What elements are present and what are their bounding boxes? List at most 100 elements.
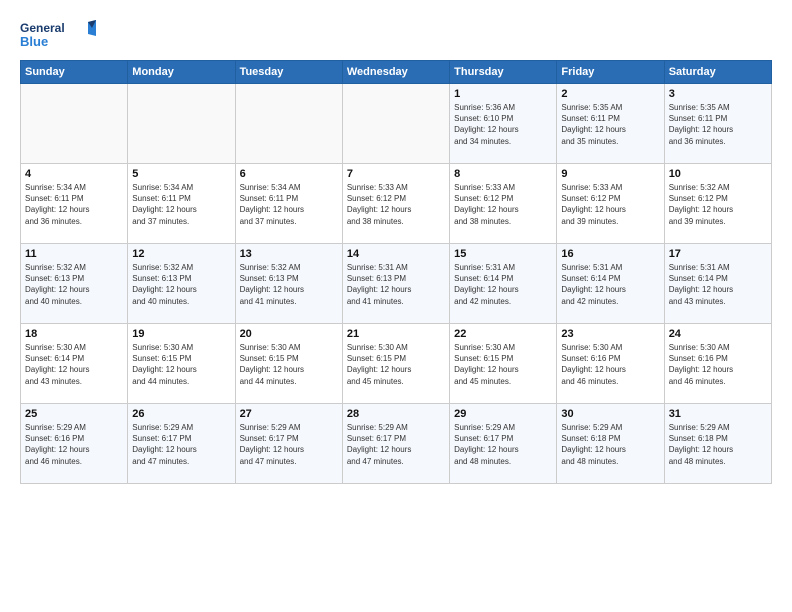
day-info: Sunrise: 5:30 AM Sunset: 6:15 PM Dayligh… <box>347 342 445 387</box>
day-info: Sunrise: 5:29 AM Sunset: 6:18 PM Dayligh… <box>669 422 767 467</box>
day-number: 16 <box>561 248 659 260</box>
calendar-cell: 9 Sunrise: 5:33 AM Sunset: 6:12 PM Daylig… <box>557 164 664 244</box>
day-number: 9 <box>561 168 659 180</box>
day-info: Sunrise: 5:32 AM Sunset: 6:13 PM Dayligh… <box>132 262 230 307</box>
calendar-cell: 22 Sunrise: 5:30 AM Sunset: 6:15 PM Dayli… <box>450 324 557 404</box>
day-number: 7 <box>347 168 445 180</box>
day-number: 2 <box>561 88 659 100</box>
header: General Blue <box>20 18 772 50</box>
day-number: 23 <box>561 328 659 340</box>
calendar-cell: 13 Sunrise: 5:32 AM Sunset: 6:13 PM Dayli… <box>235 244 342 324</box>
calendar-table: SundayMondayTuesdayWednesdayThursdayFrid… <box>20 60 772 484</box>
day-number: 3 <box>669 88 767 100</box>
calendar-cell: 23 Sunrise: 5:30 AM Sunset: 6:16 PM Dayli… <box>557 324 664 404</box>
calendar-cell: 3 Sunrise: 5:35 AM Sunset: 6:11 PM Daylig… <box>664 84 771 164</box>
calendar-cell: 25Sunrise: 5:29 AM Sunset: 6:16 PM Dayli… <box>21 404 128 484</box>
day-number: 15 <box>454 248 552 260</box>
logo-svg: General Blue <box>20 18 100 50</box>
calendar-cell: 19Sunrise: 5:30 AM Sunset: 6:15 PM Dayli… <box>128 324 235 404</box>
day-info: Sunrise: 5:32 AM Sunset: 6:12 PM Dayligh… <box>669 182 767 227</box>
calendar-cell: 24Sunrise: 5:30 AM Sunset: 6:16 PM Dayli… <box>664 324 771 404</box>
day-info: Sunrise: 5:29 AM Sunset: 6:17 PM Dayligh… <box>240 422 338 467</box>
week-row-1: 1Sunrise: 5:36 AM Sunset: 6:10 PM Daylig… <box>21 84 772 164</box>
day-number: 31 <box>669 408 767 420</box>
calendar-cell: 28Sunrise: 5:29 AM Sunset: 6:17 PM Dayli… <box>342 404 449 484</box>
logo: General Blue <box>20 18 100 50</box>
day-info: Sunrise: 5:29 AM Sunset: 6:17 PM Dayligh… <box>132 422 230 467</box>
day-info: Sunrise: 5:30 AM Sunset: 6:15 PM Dayligh… <box>454 342 552 387</box>
calendar-cell: 14Sunrise: 5:31 AM Sunset: 6:13 PM Dayli… <box>342 244 449 324</box>
calendar-cell: 2 Sunrise: 5:35 AM Sunset: 6:11 PM Daylig… <box>557 84 664 164</box>
day-number: 8 <box>454 168 552 180</box>
day-info: Sunrise: 5:29 AM Sunset: 6:17 PM Dayligh… <box>454 422 552 467</box>
day-info: Sunrise: 5:30 AM Sunset: 6:15 PM Dayligh… <box>132 342 230 387</box>
calendar-cell: 8 Sunrise: 5:33 AM Sunset: 6:12 PM Daylig… <box>450 164 557 244</box>
day-number: 18 <box>25 328 123 340</box>
weekday-sunday: Sunday <box>21 61 128 84</box>
day-number: 13 <box>240 248 338 260</box>
weekday-header-row: SundayMondayTuesdayWednesdayThursdayFrid… <box>21 61 772 84</box>
weekday-saturday: Saturday <box>664 61 771 84</box>
day-number: 4 <box>25 168 123 180</box>
day-info: Sunrise: 5:34 AM Sunset: 6:11 PM Dayligh… <box>132 182 230 227</box>
calendar-cell <box>128 84 235 164</box>
calendar-cell: 26 Sunrise: 5:29 AM Sunset: 6:17 PM Dayli… <box>128 404 235 484</box>
day-number: 21 <box>347 328 445 340</box>
weekday-monday: Monday <box>128 61 235 84</box>
day-info: Sunrise: 5:30 AM Sunset: 6:16 PM Dayligh… <box>561 342 659 387</box>
calendar-cell: 7 Sunrise: 5:33 AM Sunset: 6:12 PM Daylig… <box>342 164 449 244</box>
day-info: Sunrise: 5:30 AM Sunset: 6:16 PM Dayligh… <box>669 342 767 387</box>
day-info: Sunrise: 5:31 AM Sunset: 6:14 PM Dayligh… <box>454 262 552 307</box>
day-number: 10 <box>669 168 767 180</box>
day-number: 11 <box>25 248 123 260</box>
calendar-cell: 30 Sunrise: 5:29 AM Sunset: 6:18 PM Dayli… <box>557 404 664 484</box>
day-number: 6 <box>240 168 338 180</box>
day-number: 17 <box>669 248 767 260</box>
week-row-3: 11 Sunrise: 5:32 AM Sunset: 6:13 PM Dayli… <box>21 244 772 324</box>
svg-text:Blue: Blue <box>20 34 48 49</box>
day-number: 29 <box>454 408 552 420</box>
day-info: Sunrise: 5:29 AM Sunset: 6:16 PM Dayligh… <box>25 422 123 467</box>
calendar-cell: 10 Sunrise: 5:32 AM Sunset: 6:12 PM Dayli… <box>664 164 771 244</box>
day-info: Sunrise: 5:31 AM Sunset: 6:14 PM Dayligh… <box>669 262 767 307</box>
day-info: Sunrise: 5:35 AM Sunset: 6:11 PM Dayligh… <box>669 102 767 147</box>
svg-text:General: General <box>20 21 65 35</box>
day-number: 14 <box>347 248 445 260</box>
calendar-cell: 6 Sunrise: 5:34 AM Sunset: 6:11 PM Daylig… <box>235 164 342 244</box>
week-row-4: 18 Sunrise: 5:30 AM Sunset: 6:14 PM Dayli… <box>21 324 772 404</box>
calendar-cell: 4 Sunrise: 5:34 AM Sunset: 6:11 PM Daylig… <box>21 164 128 244</box>
weekday-wednesday: Wednesday <box>342 61 449 84</box>
day-number: 22 <box>454 328 552 340</box>
calendar-cell: 18 Sunrise: 5:30 AM Sunset: 6:14 PM Dayli… <box>21 324 128 404</box>
day-number: 30 <box>561 408 659 420</box>
day-info: Sunrise: 5:33 AM Sunset: 6:12 PM Dayligh… <box>347 182 445 227</box>
day-info: Sunrise: 5:29 AM Sunset: 6:18 PM Dayligh… <box>561 422 659 467</box>
day-info: Sunrise: 5:34 AM Sunset: 6:11 PM Dayligh… <box>25 182 123 227</box>
calendar-cell: 29 Sunrise: 5:29 AM Sunset: 6:17 PM Dayli… <box>450 404 557 484</box>
weekday-thursday: Thursday <box>450 61 557 84</box>
day-info: Sunrise: 5:33 AM Sunset: 6:12 PM Dayligh… <box>454 182 552 227</box>
day-number: 26 <box>132 408 230 420</box>
day-info: Sunrise: 5:32 AM Sunset: 6:13 PM Dayligh… <box>240 262 338 307</box>
day-number: 12 <box>132 248 230 260</box>
weekday-friday: Friday <box>557 61 664 84</box>
calendar-cell: 11 Sunrise: 5:32 AM Sunset: 6:13 PM Dayli… <box>21 244 128 324</box>
day-info: Sunrise: 5:33 AM Sunset: 6:12 PM Dayligh… <box>561 182 659 227</box>
week-row-5: 25Sunrise: 5:29 AM Sunset: 6:16 PM Dayli… <box>21 404 772 484</box>
calendar-cell <box>342 84 449 164</box>
day-number: 1 <box>454 88 552 100</box>
week-row-2: 4 Sunrise: 5:34 AM Sunset: 6:11 PM Daylig… <box>21 164 772 244</box>
calendar-cell: 20Sunrise: 5:30 AM Sunset: 6:15 PM Dayli… <box>235 324 342 404</box>
calendar-cell: 27Sunrise: 5:29 AM Sunset: 6:17 PM Dayli… <box>235 404 342 484</box>
day-number: 28 <box>347 408 445 420</box>
calendar-cell: 15 Sunrise: 5:31 AM Sunset: 6:14 PM Dayli… <box>450 244 557 324</box>
calendar-cell <box>21 84 128 164</box>
day-info: Sunrise: 5:32 AM Sunset: 6:13 PM Dayligh… <box>25 262 123 307</box>
day-number: 20 <box>240 328 338 340</box>
calendar-cell: 5Sunrise: 5:34 AM Sunset: 6:11 PM Daylig… <box>128 164 235 244</box>
calendar-cell <box>235 84 342 164</box>
day-info: Sunrise: 5:30 AM Sunset: 6:14 PM Dayligh… <box>25 342 123 387</box>
day-info: Sunrise: 5:34 AM Sunset: 6:11 PM Dayligh… <box>240 182 338 227</box>
calendar-cell: 16Sunrise: 5:31 AM Sunset: 6:14 PM Dayli… <box>557 244 664 324</box>
day-info: Sunrise: 5:35 AM Sunset: 6:11 PM Dayligh… <box>561 102 659 147</box>
